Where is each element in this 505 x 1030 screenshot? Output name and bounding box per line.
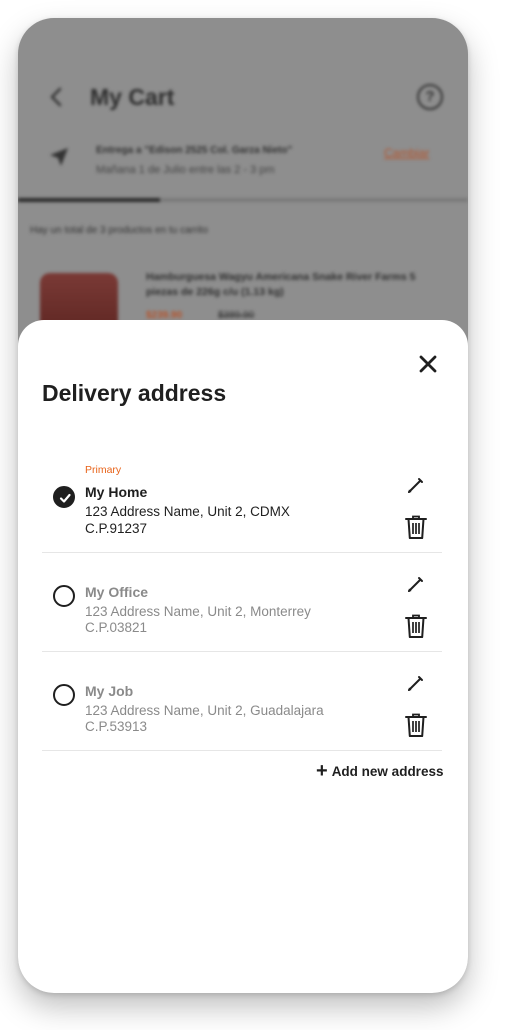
delivery-destination: Entrega a "Edison 2525 Col. Garza Nieto" (96, 145, 293, 156)
radio-selected[interactable] (53, 486, 75, 508)
add-new-address-label: Add new address (331, 763, 444, 779)
navigation-arrow-icon (50, 148, 68, 166)
edit-pencil-icon[interactable] (405, 573, 427, 595)
progress-bar (18, 198, 468, 202)
product-name: Hamburguesa Wagyu Americana Snake River … (146, 271, 416, 298)
edit-pencil-icon[interactable] (405, 474, 427, 496)
address-line: 123 Address Name, Unit 2, Guadalajara (85, 703, 324, 718)
delivery-time: Mañana 1 de Julio entre las 2 - 3 pm (96, 164, 275, 176)
sheet-title: Delivery address (42, 380, 227, 406)
primary-badge: Primary (85, 464, 122, 476)
radio-unselected[interactable] (53, 684, 75, 706)
address-postal-code: C.P.91237 (85, 521, 148, 536)
back-arrow-icon[interactable] (46, 86, 68, 108)
address-item-office[interactable]: My Office 123 Address Name, Unit 2, Mont… (42, 553, 442, 652)
delivery-address-sheet: Delivery address Primary My Home 123 Add… (18, 320, 468, 993)
progress-fill (18, 198, 160, 202)
trash-icon[interactable] (404, 712, 428, 738)
address-postal-code: C.P.03821 (85, 620, 148, 635)
radio-unselected[interactable] (53, 585, 75, 607)
address-name: My Home (85, 484, 148, 500)
edit-pencil-icon[interactable] (405, 672, 427, 694)
trash-icon[interactable] (404, 514, 428, 540)
cart-title: My Cart (90, 84, 175, 110)
address-item-job[interactable]: My Job 123 Address Name, Unit 2, Guadala… (42, 652, 442, 751)
cart-total-text: Hay un total de 3 productos en tu carrit… (30, 225, 208, 236)
close-icon[interactable] (414, 350, 442, 378)
address-line: 123 Address Name, Unit 2, Monterrey (85, 604, 311, 619)
change-delivery-link[interactable]: Cambiar (384, 146, 429, 160)
address-line: 123 Address Name, Unit 2, CDMX (85, 504, 290, 519)
address-item-home[interactable]: Primary My Home 123 Address Name, Unit 2… (42, 454, 442, 553)
trash-icon[interactable] (404, 613, 428, 639)
help-circle-icon[interactable]: ? (417, 84, 443, 110)
plus-icon: + (316, 760, 328, 782)
phone-frame: My Cart ? Entrega a "Edison 2525 Col. Ga… (18, 18, 468, 993)
address-name: My Office (85, 584, 149, 600)
address-postal-code: C.P.53913 (85, 719, 148, 734)
address-name: My Job (85, 683, 134, 699)
add-new-address-button[interactable]: + Add new address (316, 760, 443, 782)
checkmark-icon (59, 493, 71, 503)
